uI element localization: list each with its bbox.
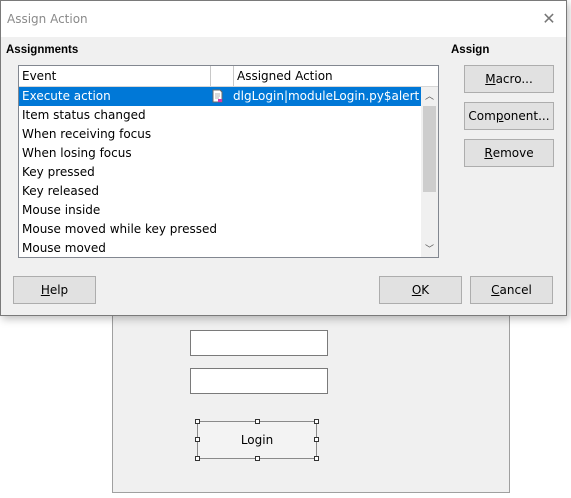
- assign-label: Assign: [451, 44, 490, 56]
- event-name: Mouse moved: [22, 241, 106, 255]
- close-icon: ✕: [542, 8, 556, 28]
- ok-accel: O: [411, 283, 422, 297]
- table-row[interactable]: When losing focus: [19, 144, 421, 163]
- table-row[interactable]: Key released: [19, 182, 421, 201]
- resize-handle[interactable]: [314, 419, 319, 424]
- ok-label: K: [421, 283, 430, 297]
- event-table: Event Assigned Action Execute action dlg…: [18, 65, 439, 258]
- vertical-scrollbar[interactable]: ︿ ﹀: [421, 87, 438, 257]
- table-row[interactable]: Item status changed: [19, 106, 421, 125]
- ok-button[interactable]: OK: [379, 276, 462, 304]
- background-login-form: Login: [112, 300, 510, 493]
- table-row[interactable]: When receiving focus: [19, 125, 421, 144]
- component-label-post: onent...: [503, 109, 550, 123]
- assign-action-dialog: Assign Action ✕ Assignments Assign Event…: [0, 0, 567, 316]
- event-name: Mouse moved while key pressed: [22, 222, 217, 236]
- event-name: Execute action: [22, 89, 111, 103]
- assignments-label: Assignments: [6, 44, 79, 56]
- event-name: Mouse inside: [22, 203, 101, 217]
- dialog-title: Assign Action: [7, 12, 88, 26]
- event-rows: Execute action dlgLogin|moduleLogin.py$a…: [19, 87, 421, 257]
- resize-handle[interactable]: [195, 456, 200, 461]
- event-name: Item status changed: [22, 108, 146, 122]
- login-button[interactable]: Login: [197, 421, 317, 459]
- table-row[interactable]: Mouse moved: [19, 239, 421, 257]
- resize-handle[interactable]: [195, 437, 200, 442]
- resize-handle[interactable]: [314, 437, 319, 442]
- help-button[interactable]: Help: [13, 276, 96, 304]
- table-header: Event Assigned Action: [19, 66, 438, 87]
- help-label: elp: [49, 283, 69, 297]
- chevron-down-icon: ﹀: [424, 245, 434, 255]
- remove-label: emove: [492, 146, 534, 160]
- close-button[interactable]: ✕: [540, 8, 558, 28]
- table-row[interactable]: Mouse inside: [19, 201, 421, 220]
- cancel-accel: C: [491, 283, 500, 297]
- password-field[interactable]: [190, 368, 328, 394]
- title-bar: Assign Action ✕: [1, 1, 566, 37]
- remove-button[interactable]: Remove: [464, 139, 554, 167]
- resize-handle[interactable]: [195, 419, 200, 424]
- table-row[interactable]: Execute action dlgLogin|moduleLogin.py$a…: [19, 87, 421, 106]
- component-button[interactable]: Com p onent...: [464, 102, 554, 130]
- event-name: When receiving focus: [22, 127, 152, 141]
- event-name: Key released: [22, 184, 99, 198]
- column-header-assigned-action[interactable]: Assigned Action: [234, 66, 438, 86]
- component-label-pre: Com: [468, 109, 496, 123]
- chevron-up-icon: ︿: [424, 92, 434, 102]
- scroll-thumb[interactable]: [423, 106, 436, 192]
- macro-button[interactable]: Macro...: [464, 65, 554, 93]
- macro-accel: M: [485, 72, 496, 86]
- assigned-action: dlgLogin|moduleLogin.py$alert: [233, 89, 420, 103]
- resize-handle[interactable]: [255, 456, 260, 461]
- remove-accel: R: [484, 146, 493, 160]
- column-header-event[interactable]: Event: [19, 66, 211, 86]
- table-row[interactable]: Key pressed: [19, 163, 421, 182]
- macro-label: acro...: [495, 72, 533, 86]
- cancel-button[interactable]: Cancel: [470, 276, 553, 304]
- component-accel: p: [495, 109, 504, 123]
- scroll-down-button[interactable]: ﹀: [421, 240, 438, 257]
- scroll-up-button[interactable]: ︿: [421, 87, 438, 104]
- column-header-icon[interactable]: [211, 66, 234, 86]
- event-name: Key pressed: [22, 165, 95, 179]
- resize-handle[interactable]: [314, 456, 319, 461]
- login-button-label: Login: [240, 433, 274, 447]
- resize-handle[interactable]: [255, 419, 260, 424]
- username-field[interactable]: [190, 330, 328, 356]
- macro-script-icon: [212, 89, 223, 103]
- help-accel: H: [40, 283, 50, 297]
- cancel-label: ancel: [499, 283, 532, 297]
- event-name: When losing focus: [22, 146, 132, 160]
- table-row[interactable]: Mouse moved while key pressed: [19, 220, 421, 239]
